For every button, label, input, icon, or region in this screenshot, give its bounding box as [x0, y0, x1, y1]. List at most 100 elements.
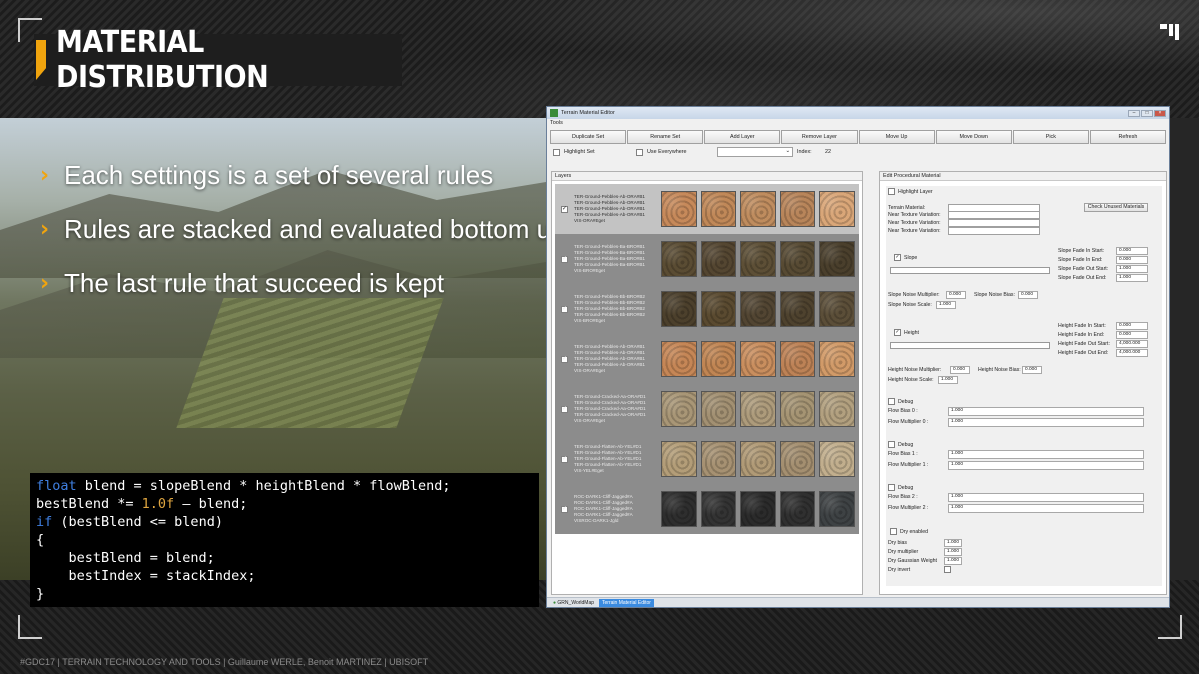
texture-swatch[interactable]	[819, 441, 856, 477]
texture-swatch[interactable]	[700, 191, 737, 227]
texture-swatch[interactable]	[779, 241, 816, 277]
height-checkbox[interactable]: ✓	[894, 329, 901, 336]
slope-fade-in-start-input[interactable]: 0.000	[1116, 247, 1148, 255]
layer-enabled-checkbox[interactable]: ✓	[561, 455, 568, 463]
move-down-button[interactable]: Move Down	[935, 130, 1012, 144]
task-grn-worldmap[interactable]: ● GRN_WorldMap	[550, 599, 597, 607]
slope-range-slider[interactable]	[890, 267, 1050, 274]
layer-enabled-checkbox[interactable]: ✓	[561, 205, 568, 213]
texture-swatch[interactable]	[660, 441, 697, 477]
duplicate-set-button[interactable]: Duplicate Set	[550, 130, 627, 144]
flow-multiplier-1-input[interactable]: 1.000	[948, 461, 1144, 470]
near-variation-dropdown[interactable]	[948, 211, 1040, 219]
flow-bias-2-input[interactable]: 1.000	[948, 493, 1144, 502]
flow-bias-1-input[interactable]: 1.000	[948, 450, 1144, 459]
rename-set-button[interactable]: Rename Set	[627, 130, 704, 144]
texture-swatch[interactable]	[740, 341, 776, 377]
layer-enabled-checkbox[interactable]: ✓	[561, 305, 568, 313]
texture-swatch[interactable]	[819, 291, 856, 327]
texture-swatch[interactable]	[740, 491, 776, 527]
layer-row[interactable]: ✓ TER-Ground-Pebbles-Ab-ORA#B1 TER-Ground-…	[555, 334, 859, 384]
remove-layer-button[interactable]: Remove Layer	[781, 130, 858, 144]
minimize-icon[interactable]: –	[1128, 109, 1140, 117]
texture-swatch[interactable]	[700, 391, 737, 427]
height-range-slider[interactable]	[890, 342, 1050, 349]
slope-noise-mult-input[interactable]: 0.000	[946, 291, 966, 299]
slope-noise-bias-input[interactable]: 0.000	[1018, 291, 1038, 299]
height-noise-bias-input[interactable]: 0.000	[1022, 366, 1042, 374]
texture-swatch[interactable]	[740, 241, 776, 277]
texture-swatch[interactable]	[660, 241, 697, 277]
maximize-icon[interactable]: □	[1141, 109, 1153, 117]
slope-fade-in-end-input[interactable]: 0.000	[1116, 256, 1148, 264]
height-noise-scale-input[interactable]: 1.000	[938, 376, 958, 384]
highlight-layer-checkbox[interactable]	[888, 188, 895, 195]
texture-swatch[interactable]	[660, 341, 697, 377]
texture-swatch[interactable]	[660, 191, 697, 227]
dry-enabled-checkbox[interactable]	[890, 528, 897, 535]
layer-enabled-checkbox[interactable]: ✓	[561, 405, 568, 413]
move-up-button[interactable]: Move Up	[858, 130, 935, 144]
refresh-button[interactable]: Refresh	[1089, 130, 1166, 144]
texture-swatch[interactable]	[819, 191, 856, 227]
layer-row[interactable]: ✓ ROC-DARK1-Cliff-Jagged#A ROC-DARK1-Cliff…	[555, 484, 859, 534]
slope-fade-out-end-input[interactable]: 1.000	[1116, 274, 1148, 282]
height-fade-out-end-input[interactable]: 4,000.000	[1116, 349, 1148, 357]
texture-swatch[interactable]	[779, 291, 816, 327]
layer-enabled-checkbox[interactable]: ✓	[561, 505, 568, 513]
texture-swatch[interactable]	[700, 291, 737, 327]
layer-row[interactable]: ✓ TER-Ground-Pebbles-Ba-BRO#B1 TER-Ground-…	[555, 234, 859, 284]
height-fade-in-end-input[interactable]: 0.000	[1116, 331, 1148, 339]
texture-swatch[interactable]	[819, 341, 856, 377]
texture-swatch[interactable]	[700, 341, 737, 377]
debug-checkbox[interactable]	[888, 441, 895, 448]
texture-swatch[interactable]	[660, 491, 697, 527]
texture-swatch[interactable]	[779, 391, 816, 427]
texture-swatch[interactable]	[740, 391, 776, 427]
flow-multiplier-2-input[interactable]: 1.000	[948, 504, 1144, 513]
layer-enabled-checkbox[interactable]: ✓	[561, 355, 568, 363]
debug-checkbox[interactable]	[888, 484, 895, 491]
texture-swatch[interactable]	[660, 291, 697, 327]
window-titlebar[interactable]: Terrain Material Editor – □ ×	[547, 107, 1169, 119]
dry-multiplier-input[interactable]: 1.000	[944, 548, 962, 556]
use-everywhere-checkbox[interactable]	[636, 148, 643, 156]
slope-checkbox[interactable]: ✓	[894, 254, 901, 261]
task-terrain-material-editor[interactable]: Terrain Material Editor	[599, 598, 654, 607]
layer-row[interactable]: ✓ TER-Ground-Pebbles-Ab-ORA#B1 TER-Ground-…	[555, 184, 859, 234]
height-noise-mult-input[interactable]: 0.000	[950, 366, 970, 374]
texture-swatch[interactable]	[819, 391, 856, 427]
set-dropdown[interactable]: ⌄	[717, 147, 793, 157]
slope-fade-out-start-input[interactable]: 1.000	[1116, 265, 1148, 273]
near-variation-dropdown[interactable]	[948, 219, 1040, 227]
layer-row[interactable]: ✓ TER-Ground-Cracked-Aa-ORA#D1 TER-Ground-…	[555, 384, 859, 434]
texture-swatch[interactable]	[819, 241, 856, 277]
texture-swatch[interactable]	[660, 391, 697, 427]
slope-noise-scale-input[interactable]: 1.000	[936, 301, 956, 309]
pick-button[interactable]: Pick	[1012, 130, 1089, 144]
close-icon[interactable]: ×	[1154, 109, 1166, 117]
dry-bias-input[interactable]: 1.000	[944, 539, 962, 547]
texture-swatch[interactable]	[700, 441, 737, 477]
highlight-set-checkbox[interactable]	[553, 148, 560, 156]
texture-swatch[interactable]	[740, 191, 776, 227]
height-fade-in-start-input[interactable]: 0.000	[1116, 322, 1148, 330]
layer-row[interactable]: ✓ TER-Ground-Flatten-Ab-YEL#D1 TER-Ground-…	[555, 434, 859, 484]
texture-swatch[interactable]	[819, 491, 856, 527]
near-variation-dropdown[interactable]	[948, 227, 1040, 235]
menu-tools[interactable]: Tools	[550, 120, 563, 126]
debug-checkbox[interactable]	[888, 398, 895, 405]
add-layer-button[interactable]: Add Layer	[704, 130, 781, 144]
layer-row[interactable]: ✓ TER-Ground-Pebbles-Bb-BRO#B2 TER-Ground-…	[555, 284, 859, 334]
texture-swatch[interactable]	[779, 191, 816, 227]
flow-bias-0-input[interactable]: 1.000	[948, 407, 1144, 416]
height-fade-out-start-input[interactable]: 4,000.000	[1116, 340, 1148, 348]
texture-swatch[interactable]	[779, 341, 816, 377]
layer-enabled-checkbox[interactable]: ✓	[561, 255, 568, 263]
check-unused-materials-button[interactable]: Check Unused Materials	[1084, 203, 1148, 212]
texture-swatch[interactable]	[700, 491, 737, 527]
texture-swatch[interactable]	[779, 491, 816, 527]
texture-swatch[interactable]	[700, 241, 737, 277]
dry-gaussian-input[interactable]: 1.000	[944, 557, 962, 565]
texture-swatch[interactable]	[740, 441, 776, 477]
